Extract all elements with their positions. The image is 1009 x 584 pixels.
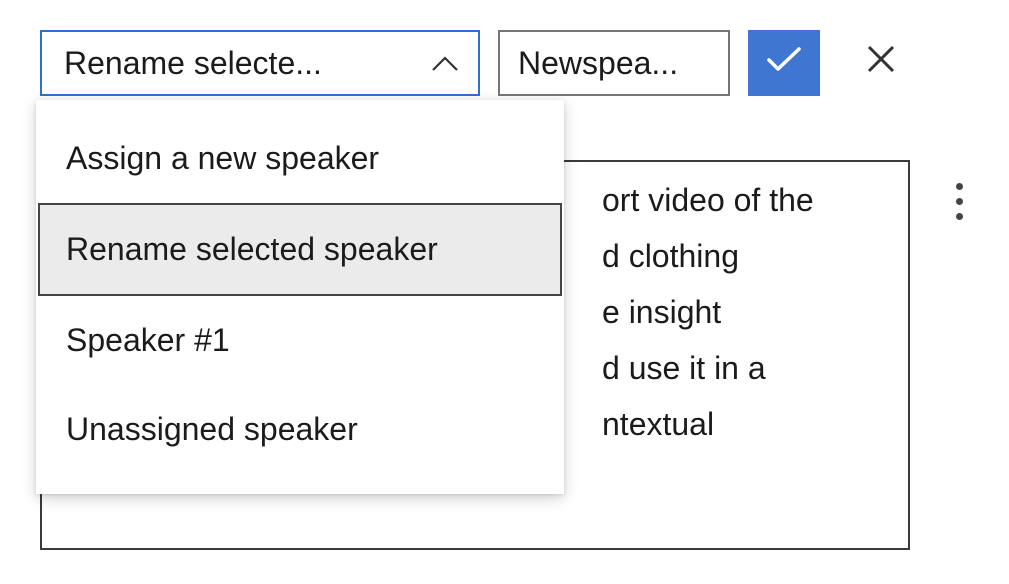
menu-item-rename-selected-speaker[interactable]: Rename selected speaker (38, 203, 562, 296)
transcript-text: ort video of the d clothing e insight d … (602, 172, 886, 452)
close-icon (865, 43, 897, 83)
speaker-action-menu: Assign a new speaker Rename selected spe… (36, 100, 564, 494)
kebab-menu-icon (956, 183, 963, 220)
cancel-button[interactable] (848, 30, 914, 96)
menu-item-speaker-1[interactable]: Speaker #1 (36, 296, 564, 385)
check-icon (764, 44, 804, 82)
confirm-button[interactable] (748, 30, 820, 96)
edit-toolbar: Rename selecte... Newspea... (40, 30, 979, 96)
speaker-name-input[interactable]: Newspea... (498, 30, 730, 96)
menu-item-unassigned-speaker[interactable]: Unassigned speaker (36, 385, 564, 474)
dropdown-selected-label: Rename selecte... (64, 45, 322, 82)
menu-item-assign-new-speaker[interactable]: Assign a new speaker (36, 114, 564, 203)
speaker-action-dropdown[interactable]: Rename selecte... (40, 30, 480, 96)
segment-menu-button[interactable] (939, 176, 979, 226)
chevron-up-icon (430, 45, 460, 81)
speaker-name-value: Newspea... (518, 45, 710, 82)
